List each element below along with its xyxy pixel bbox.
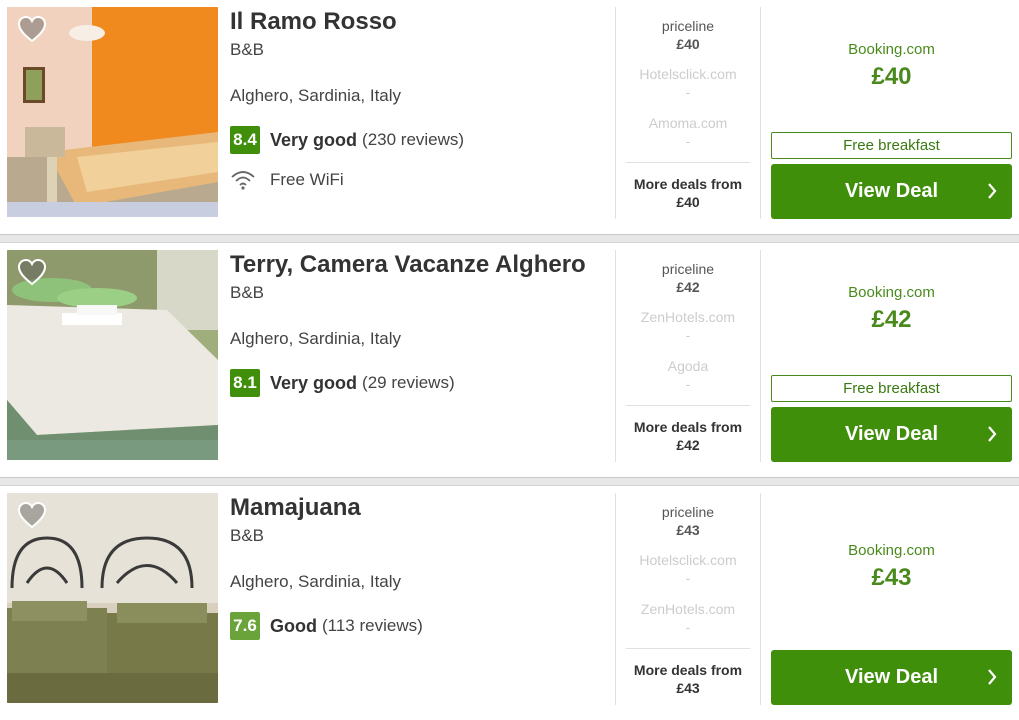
view-deal-label: View Deal	[844, 423, 939, 445]
amenity-wifi: Free WiFi	[230, 170, 344, 190]
partner-name: Hotelsclick.com	[639, 552, 737, 568]
view-deal-button[interactable]: View Deal	[771, 164, 1012, 219]
rating-row: 8.4 Very good (230 reviews)	[230, 125, 464, 155]
hotel-type: B&B	[230, 526, 265, 545]
deal-price[interactable]: £40	[771, 63, 1012, 91]
hotel-card: Mamajuana B&B Alghero, Sardinia, Italy 7…	[0, 486, 1019, 720]
divider	[615, 250, 616, 462]
score-badge: 8.1	[230, 369, 260, 397]
divider	[626, 648, 750, 649]
review-count[interactable]: (230 reviews)	[362, 130, 464, 150]
amenity-label: Free WiFi	[270, 170, 344, 189]
hotel-photo[interactable]	[7, 250, 218, 460]
partner-name[interactable]: priceline	[626, 504, 750, 520]
partner-name: Agoda	[667, 358, 709, 374]
partner-price: -	[685, 376, 691, 392]
hotel-photo[interactable]	[7, 7, 218, 217]
more-deals-link[interactable]: More deals from £40	[626, 175, 750, 211]
hotel-name[interactable]: Terry, Camera Vacanze Alghero	[230, 251, 586, 279]
score-badge: 7.6	[230, 612, 260, 640]
free-breakfast-badge: Free breakfast	[771, 132, 1012, 159]
partner-name[interactable]: priceline	[626, 261, 750, 277]
view-deal-label: View Deal	[844, 666, 939, 688]
chevron-right-icon	[988, 426, 997, 442]
hotel-name[interactable]: Il Ramo Rosso	[230, 8, 397, 36]
card-separator	[0, 477, 1019, 486]
hotel-location: Alghero, Sardinia, Italy	[230, 86, 402, 105]
review-count[interactable]: (29 reviews)	[362, 373, 455, 393]
partner-name: Hotelsclick.com	[639, 66, 737, 82]
divider	[626, 162, 750, 163]
rating-row: 7.6 Good (113 reviews)	[230, 611, 423, 641]
hotel-card: Terry, Camera Vacanze Alghero B&B Algher…	[0, 243, 1019, 477]
partner-price: -	[685, 327, 691, 343]
partner-price: -	[685, 84, 691, 100]
deal-site[interactable]: Booking.com	[771, 542, 1012, 559]
more-deals-price: £40	[676, 194, 700, 210]
hotel-type: B&B	[230, 40, 265, 59]
more-deals-label: More deals from	[633, 419, 743, 435]
partner-price: -	[685, 133, 691, 149]
partner-name: Amoma.com	[648, 115, 728, 131]
partner-price: -	[685, 570, 691, 586]
deal-site[interactable]: Booking.com	[771, 41, 1012, 58]
rating-word: Good	[270, 615, 317, 636]
divider	[615, 493, 616, 705]
deal-price[interactable]: £43	[771, 564, 1012, 592]
heart-icon[interactable]	[17, 258, 47, 286]
review-count[interactable]: (113 reviews)	[322, 616, 423, 636]
rating-row: 8.1 Very good (29 reviews)	[230, 368, 455, 398]
view-deal-button[interactable]: View Deal	[771, 407, 1012, 462]
hotel-location: Alghero, Sardinia, Italy	[230, 572, 402, 591]
divider	[760, 250, 761, 462]
partner-price[interactable]: £40	[626, 36, 750, 52]
hotel-card: Il Ramo Rosso B&B Alghero, Sardinia, Ita…	[0, 0, 1019, 234]
heart-icon[interactable]	[17, 15, 47, 43]
divider	[615, 7, 616, 219]
view-deal-label: View Deal	[844, 180, 939, 202]
partner-name[interactable]: priceline	[626, 18, 750, 34]
chevron-right-icon	[988, 669, 997, 685]
hotel-results-list: Il Ramo Rosso B&B Alghero, Sardinia, Ita…	[0, 0, 1019, 720]
more-deals-label: More deals from	[633, 176, 743, 192]
chevron-right-icon	[988, 183, 997, 199]
view-deal-button[interactable]: View Deal	[771, 650, 1012, 705]
hotel-location: Alghero, Sardinia, Italy	[230, 329, 402, 348]
more-deals-link[interactable]: More deals from £43	[626, 661, 750, 697]
divider	[760, 7, 761, 219]
deal-site[interactable]: Booking.com	[771, 284, 1012, 301]
divider	[626, 405, 750, 406]
partner-price[interactable]: £43	[626, 522, 750, 538]
hotel-photo[interactable]	[7, 493, 218, 703]
rating-word: Very good	[270, 372, 358, 393]
partner-price: -	[685, 619, 691, 635]
partner-name: ZenHotels.com	[640, 309, 736, 325]
deal-price[interactable]: £42	[771, 306, 1012, 334]
score-badge: 8.4	[230, 126, 260, 154]
more-deals-label: More deals from	[633, 662, 743, 678]
hotel-name[interactable]: Mamajuana	[230, 494, 361, 522]
wifi-icon	[231, 171, 255, 190]
free-breakfast-badge: Free breakfast	[771, 375, 1012, 402]
card-separator	[0, 234, 1019, 243]
partner-price[interactable]: £42	[626, 279, 750, 295]
hotel-type: B&B	[230, 283, 265, 302]
rating-word: Very good	[270, 129, 358, 150]
partner-name: ZenHotels.com	[640, 601, 736, 617]
more-deals-link[interactable]: More deals from £42	[626, 418, 750, 454]
divider	[760, 493, 761, 705]
more-deals-price: £42	[676, 437, 700, 453]
more-deals-price: £43	[676, 680, 700, 696]
heart-icon[interactable]	[17, 501, 47, 529]
